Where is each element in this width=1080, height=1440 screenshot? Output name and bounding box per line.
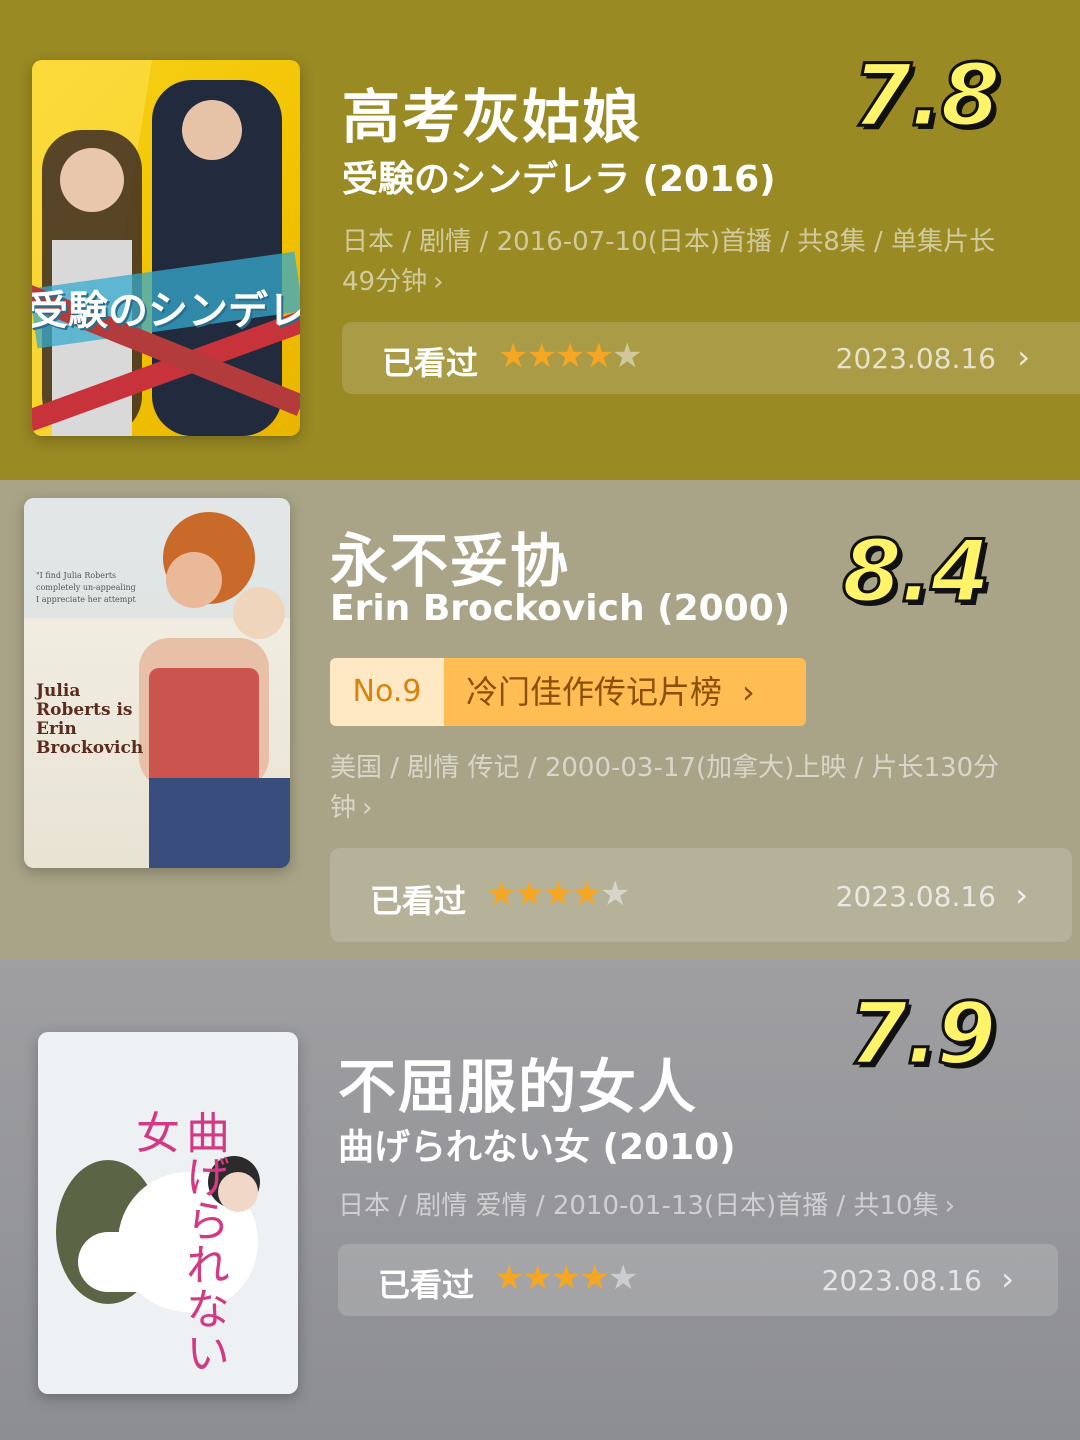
meta-line-1: 日本 / 剧情 爱情 / 2010-01-13(日本)首播 / 共10集 — [338, 1191, 939, 1221]
star-icon: ★ — [611, 336, 643, 376]
star-icon: ★ — [542, 874, 574, 914]
poster-title-text: Julia Roberts is Erin Brockovich — [36, 681, 144, 758]
subtitle: Erin Brockovich (2000) — [330, 588, 791, 629]
watched-date: 2023.08.16 — [835, 342, 996, 375]
watched-date: 2023.08.16 — [835, 880, 996, 913]
meta-line-1: 日本 / 剧情 / 2016-07-10(日本)首播 / 共8集 / 单集片长 — [342, 227, 996, 257]
meta-line-1: 美国 / 剧情 传记 / 2000-03-17(加拿大)上映 / 片长130分 — [330, 753, 1000, 783]
rating-stars: ★★★★★ — [494, 1258, 639, 1298]
movie-card-3[interactable]: 曲げられない女 不屈服的女人 曲げられない女 (2010) 7.9 日本 / 剧… — [0, 960, 1080, 1440]
watched-label: 已看过 — [370, 882, 467, 920]
poster-illustration — [32, 60, 300, 436]
chevron-right-icon: › — [433, 267, 444, 297]
star-icon: ★ — [526, 336, 557, 376]
rank-badge[interactable]: No.9 冷门佳作传记片榜 › — [330, 658, 806, 726]
subtitle: 曲げられない女 (2010) — [338, 1127, 736, 1168]
star-icon: ★ — [494, 1258, 525, 1298]
movie-card-2[interactable]: "I find Julia Roberts completely un-appe… — [0, 480, 1080, 960]
title[interactable]: 永不妥协 — [330, 514, 570, 598]
star-icon: ★ — [514, 874, 545, 914]
movie-card-1[interactable]: 受験のシンデレ 高考灰姑娘 受験のシンデレラ (2016) 7.8 日本 / 剧… — [0, 0, 1080, 480]
watched-bar[interactable]: 已看过 ★★★★★ 2023.08.16 › — [342, 322, 1080, 394]
star-icon: ★ — [522, 1258, 553, 1298]
star-icon: ★ — [599, 874, 631, 914]
score: 8.4 — [840, 521, 991, 624]
rating-stars: ★★★★★ — [486, 874, 631, 914]
meta-line-2: 钟 — [330, 793, 357, 823]
watched-bar[interactable]: 已看过 ★★★★★ 2023.08.16 › — [330, 848, 1072, 942]
star-icon: ★ — [550, 1258, 582, 1298]
star-icon: ★ — [583, 336, 614, 376]
star-icon: ★ — [554, 336, 586, 376]
poster-title-text: 曲げられない女 — [128, 1110, 229, 1374]
meta-info[interactable]: 美国 / 剧情 传记 / 2000-03-17(加拿大)上映 / 片长130分 … — [330, 748, 1080, 828]
chevron-right-icon: › — [1017, 338, 1030, 376]
poster-image[interactable]: 曲げられない女 — [38, 1032, 298, 1394]
meta-line-2: 49分钟 — [342, 267, 428, 297]
watched-bar[interactable]: 已看过 ★★★★★ 2023.08.16 › — [338, 1244, 1058, 1316]
chevron-right-icon: › — [1015, 876, 1028, 914]
chevron-right-icon: › — [1001, 1260, 1014, 1298]
title[interactable]: 高考灰姑娘 — [342, 70, 642, 154]
meta-info[interactable]: 日本 / 剧情 爱情 / 2010-01-13(日本)首播 / 共10集 › — [338, 1186, 1078, 1226]
poster-title-text: 受験のシンデレ — [32, 287, 300, 334]
star-icon: ★ — [607, 1258, 639, 1298]
chevron-right-icon: › — [742, 673, 755, 711]
svg-text:completely un-appealing: completely un-appealing — [36, 583, 136, 592]
watched-label: 已看过 — [382, 344, 479, 382]
poster-image[interactable]: "I find Julia Roberts completely un-appe… — [24, 498, 290, 868]
score: 7.8 — [850, 45, 1001, 148]
star-icon: ★ — [486, 874, 517, 914]
chevron-right-icon: › — [944, 1191, 956, 1221]
poster-image[interactable]: 受験のシンデレ — [32, 60, 300, 436]
rank-list-name: 冷门佳作传记片榜 › — [444, 658, 806, 726]
watched-date: 2023.08.16 — [821, 1264, 982, 1297]
title[interactable]: 不屈服的女人 — [338, 1040, 698, 1124]
subtitle: 受験のシンデレラ (2016) — [342, 159, 776, 200]
score: 7.9 — [846, 983, 997, 1086]
meta-info[interactable]: 日本 / 剧情 / 2016-07-10(日本)首播 / 共8集 / 单集片长 … — [342, 222, 1078, 302]
star-icon: ★ — [571, 874, 602, 914]
rating-stars: ★★★★★ — [498, 336, 643, 376]
chevron-right-icon: › — [362, 793, 373, 823]
watched-label: 已看过 — [378, 1266, 475, 1304]
star-icon: ★ — [579, 1258, 610, 1298]
svg-text:I appreciate her attempt: I appreciate her attempt — [36, 595, 136, 604]
rank-number: No.9 — [330, 658, 444, 726]
svg-text:"I find Julia Roberts: "I find Julia Roberts — [36, 571, 116, 580]
star-icon: ★ — [498, 336, 529, 376]
